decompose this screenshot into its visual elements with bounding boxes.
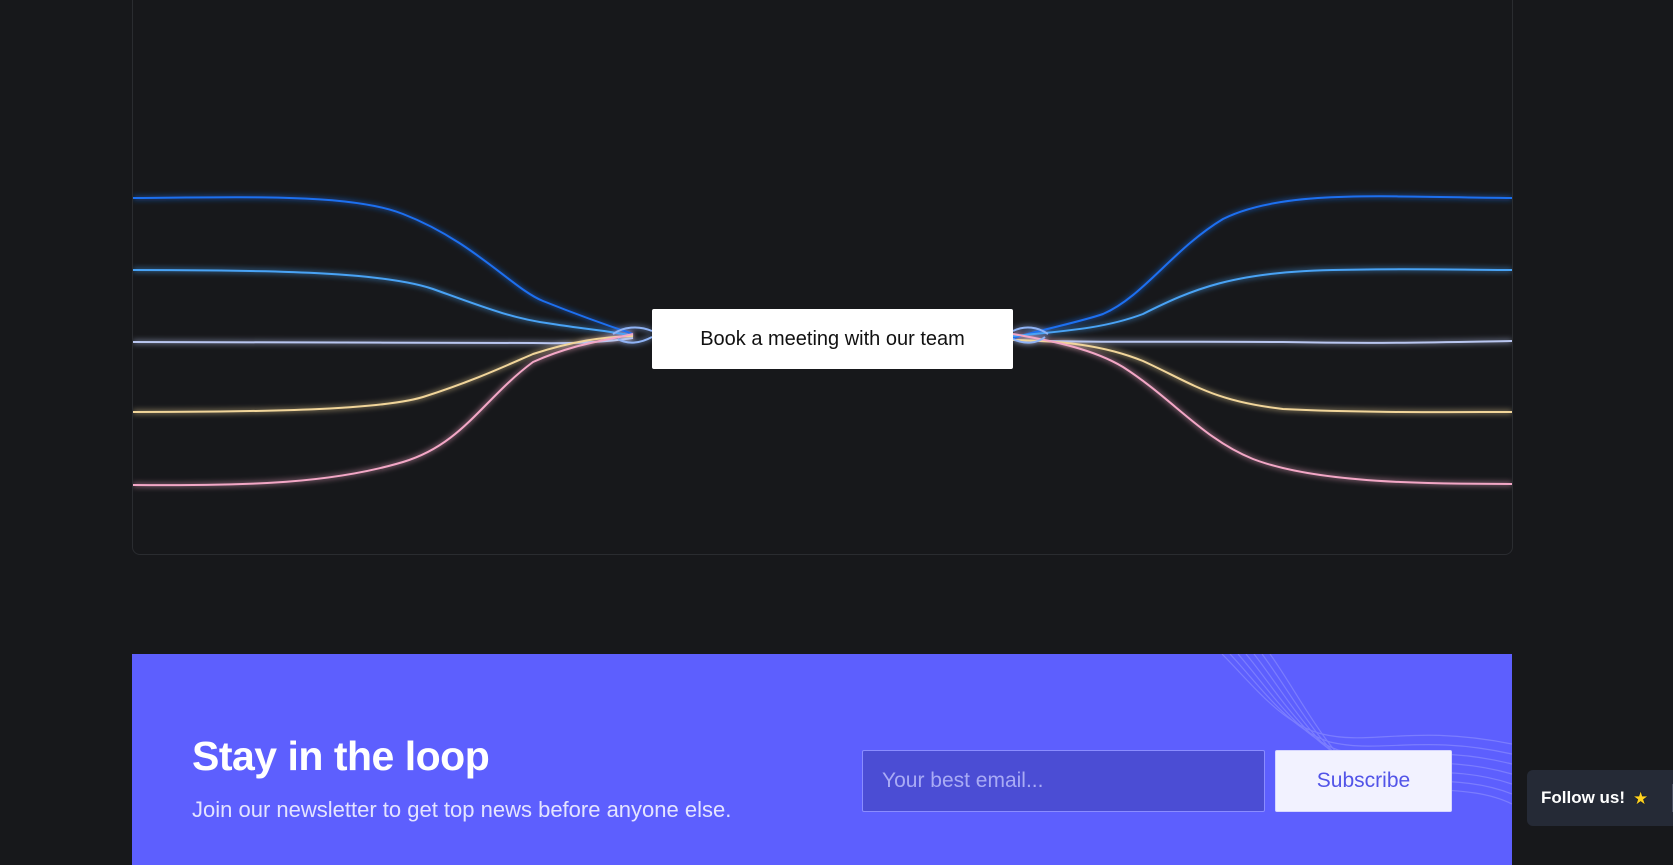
- line-blue-left: [133, 196, 634, 335]
- book-meeting-button[interactable]: Book a meeting with our team: [652, 309, 1013, 369]
- line-pink-left: [133, 333, 634, 487]
- converging-lines-graphic: [133, 195, 1512, 487]
- meeting-cta-card: Book a meeting with our team: [132, 0, 1513, 555]
- line-lavender-right: [1012, 339, 1512, 344]
- line-lavender-left: [133, 337, 634, 345]
- subscribe-button[interactable]: Subscribe: [1275, 750, 1452, 812]
- follow-us-badge[interactable]: Follow us! ★: [1527, 770, 1673, 826]
- newsletter-title: Stay in the loop: [192, 733, 490, 779]
- line-blue-right: [1012, 195, 1512, 339]
- star-icon: ★: [1633, 788, 1649, 808]
- newsletter-subtitle: Join our newsletter to get top news befo…: [192, 797, 732, 822]
- line-lightblue-right: [1012, 268, 1512, 337]
- newsletter-section: Stay in the loop Join our newsletter to …: [132, 654, 1512, 865]
- page: Book a meeting with our team Stay in the…: [0, 0, 1673, 865]
- follow-us-label: Follow us!: [1541, 788, 1626, 807]
- line-yellow-left: [133, 335, 634, 413]
- line-pink-right: [1012, 333, 1512, 485]
- line-lightblue-left: [133, 269, 634, 337]
- email-input[interactable]: [862, 750, 1265, 812]
